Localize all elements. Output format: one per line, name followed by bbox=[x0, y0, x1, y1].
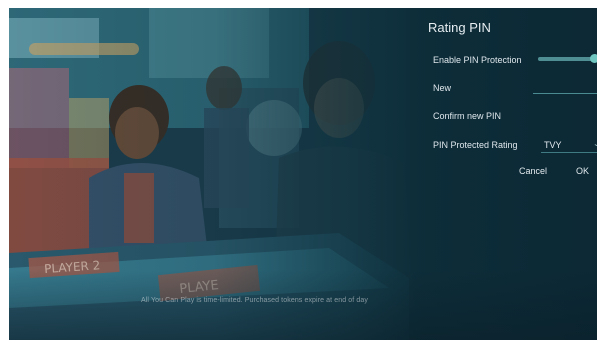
enable-pin-toggle[interactable] bbox=[538, 54, 597, 63]
rating-select[interactable]: TVY bbox=[544, 140, 562, 150]
new-pin-field[interactable] bbox=[533, 93, 597, 94]
toggle-track bbox=[538, 57, 594, 61]
confirm-pin-label: Confirm new PIN bbox=[433, 111, 502, 121]
ok-button[interactable]: OK bbox=[576, 166, 589, 176]
chevron-down-icon: ⌄ bbox=[593, 139, 597, 148]
protected-rating-label: PIN Protected Rating bbox=[433, 140, 518, 150]
cancel-button[interactable]: Cancel bbox=[519, 166, 547, 176]
enable-pin-label: Enable PIN Protection bbox=[433, 55, 522, 65]
toggle-knob bbox=[590, 54, 597, 63]
dialog-title: Rating PIN bbox=[428, 20, 491, 35]
rating-pin-dialog: Rating PIN Enable PIN Protection New Con… bbox=[423, 8, 597, 340]
video-caption: All You Can Play is time-limited. Purcha… bbox=[141, 297, 368, 304]
tv-screen: PLAYER 2 PLAYE All You Can Play is time-… bbox=[9, 8, 597, 340]
new-pin-label: New bbox=[433, 83, 452, 93]
rating-select-underline bbox=[541, 152, 597, 153]
